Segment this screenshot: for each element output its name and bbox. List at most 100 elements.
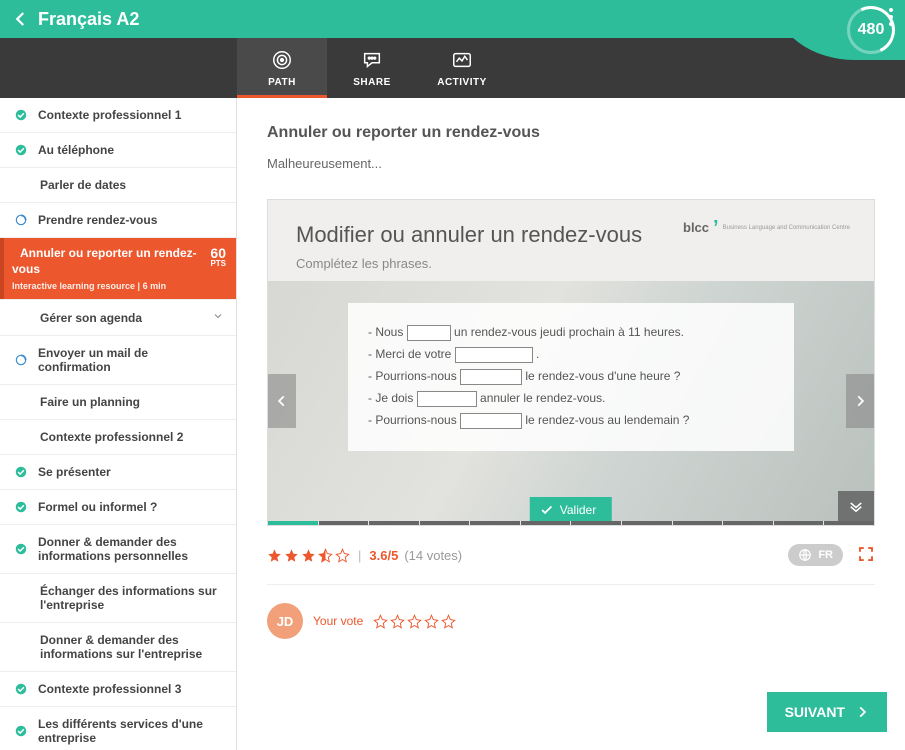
speech-bubble-icon: [361, 49, 383, 71]
sidebar-item[interactable]: Envoyer un mail de confirmation: [0, 336, 236, 385]
tab-label: PATH: [268, 77, 296, 88]
preview-header: Modifier ou annuler un rendez-vous Compl…: [268, 200, 874, 281]
tab-activity[interactable]: ACTIVITY: [417, 38, 507, 98]
star-outline-icon[interactable]: [441, 614, 456, 629]
tab-label: ACTIVITY: [437, 77, 487, 88]
tab-label: SHARE: [353, 77, 391, 88]
preview-next-button[interactable]: [846, 374, 874, 428]
sidebar-item[interactable]: Gérer son agenda: [0, 300, 236, 336]
menu-button[interactable]: [889, 8, 893, 26]
back-button[interactable]: [12, 10, 30, 28]
divider: [267, 584, 875, 585]
score-value: 480: [858, 21, 885, 39]
brand-logo: blcc’ Business Language and Communicatio…: [683, 220, 850, 235]
check-circle-icon: [14, 724, 28, 738]
check-icon: [540, 503, 554, 517]
star-half-icon: [318, 548, 333, 563]
star-icon: [267, 548, 282, 563]
sidebar-item-active[interactable]: Annuler ou reporter un rendez-vousIntera…: [0, 238, 236, 300]
sidebar-item[interactable]: Donner & demander des informations perso…: [0, 525, 236, 574]
sidebar-item[interactable]: Faire un planning: [0, 385, 236, 420]
rating-score: 3.6/5: [369, 548, 398, 563]
sidebar-item-label: Envoyer un mail de confirmation: [38, 346, 224, 374]
star-icon: [301, 548, 316, 563]
sidebar-item-label: Faire un planning: [40, 395, 140, 409]
tab-path[interactable]: PATH: [237, 38, 327, 98]
sidebar-item-label: Parler de dates: [40, 178, 126, 192]
sidebar-item-label: Gérer son agenda: [40, 311, 142, 325]
blank-input[interactable]: [407, 325, 451, 341]
nav-tabs: PATH SHARE ACTIVITY: [0, 38, 905, 98]
course-title: Français A2: [38, 9, 139, 30]
activity-icon: [451, 49, 473, 71]
brand-text: blcc: [683, 220, 709, 235]
target-icon: [271, 49, 293, 71]
sidebar-item[interactable]: Les différents services d'une entreprise: [0, 707, 236, 750]
blank-input[interactable]: [460, 413, 522, 429]
chevron-down-icon: [212, 310, 224, 322]
sidebar-item[interactable]: Contexte professionnel 3: [0, 672, 236, 707]
tab-share[interactable]: SHARE: [327, 38, 417, 98]
star-icon: [284, 548, 299, 563]
rating-stars: [267, 548, 350, 563]
sidebar-item-label: Annuler ou reporter un rendez-vous: [12, 246, 197, 276]
preview-progress: [268, 521, 874, 525]
check-circle-icon: [14, 500, 28, 514]
globe-icon: [798, 548, 812, 562]
avatar-initials: JD: [277, 614, 294, 629]
next-label: SUIVANT: [785, 704, 845, 720]
star-outline-icon[interactable]: [390, 614, 405, 629]
main-content: Annuler ou reporter un rendez-vous Malhe…: [237, 98, 905, 750]
progress-circle-icon: [14, 353, 28, 367]
fullscreen-icon: [857, 545, 875, 563]
sidebar-item-label: Contexte professionnel 3: [38, 682, 181, 696]
your-vote-stars[interactable]: [373, 614, 456, 629]
check-circle-icon: [14, 542, 28, 556]
preview-collapse-button[interactable]: [838, 491, 874, 521]
your-vote-label: Your vote: [313, 614, 363, 628]
blank-input[interactable]: [417, 391, 477, 407]
check-circle-icon: [14, 465, 28, 479]
preview-prev-button[interactable]: [268, 374, 296, 428]
language-button[interactable]: FR: [788, 544, 843, 566]
sidebar-item-label: Au téléphone: [38, 143, 114, 157]
sidebar-item[interactable]: Au téléphone: [0, 133, 236, 168]
lesson-subtitle: Malheureusement...: [267, 156, 875, 171]
star-outline-icon[interactable]: [424, 614, 439, 629]
preview-subtitle: Complétez les phrases.: [296, 256, 846, 271]
chevron-right-icon: [855, 705, 869, 719]
next-button[interactable]: SUIVANT: [767, 692, 887, 732]
sidebar-item[interactable]: Donner & demander des informations sur l…: [0, 623, 236, 672]
sidebar-item[interactable]: Parler de dates: [0, 168, 236, 203]
blank-input[interactable]: [455, 347, 533, 363]
sidebar-item[interactable]: Contexte professionnel 2: [0, 420, 236, 455]
star-outline-icon[interactable]: [407, 614, 422, 629]
header-bar: Français A2 480: [0, 0, 905, 38]
sidebar-item-label: Donner & demander des informations sur l…: [40, 633, 224, 661]
sidebar-item-points: 60PTS: [210, 246, 226, 268]
star-outline-icon: [335, 548, 350, 563]
lesson-title: Annuler ou reporter un rendez-vous: [267, 124, 875, 142]
validate-button[interactable]: Valider: [530, 497, 612, 521]
star-outline-icon[interactable]: [373, 614, 388, 629]
sidebar-item-label: Échanger des informations sur l'entrepri…: [40, 584, 224, 612]
sidebar-item[interactable]: Contexte professionnel 1: [0, 98, 236, 133]
lesson-sidebar: Contexte professionnel 1 Au téléphone Parl…: [0, 98, 237, 750]
sidebar-item[interactable]: Prendre rendez-vous: [0, 203, 236, 238]
language-label: FR: [818, 549, 833, 561]
sidebar-item[interactable]: Se présenter: [0, 455, 236, 490]
check-circle-icon: [14, 108, 28, 122]
sidebar-item-label: Prendre rendez-vous: [38, 213, 157, 227]
exercise-preview: Modifier ou annuler un rendez-vous Compl…: [267, 199, 875, 526]
sidebar-item[interactable]: Formel ou informel ?: [0, 490, 236, 525]
rating-summary: | 3.6/5 (14 votes) FR: [267, 544, 875, 566]
score-ring: 480: [847, 6, 895, 54]
fullscreen-button[interactable]: [857, 545, 875, 566]
check-circle-icon: [14, 143, 28, 157]
progress-circle-icon: [14, 213, 28, 227]
sidebar-item[interactable]: Échanger des informations sur l'entrepri…: [0, 574, 236, 623]
blank-input[interactable]: [460, 369, 522, 385]
sidebar-item-label: Formel ou informel ?: [38, 500, 157, 514]
user-avatar: JD: [267, 603, 303, 639]
check-circle-icon: [14, 682, 28, 696]
